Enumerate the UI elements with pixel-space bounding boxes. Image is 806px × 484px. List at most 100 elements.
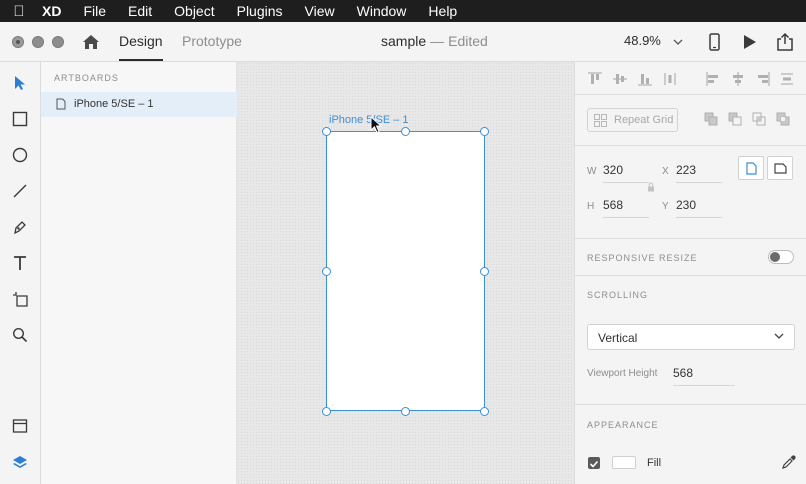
distribute-horizontal-icon[interactable]	[779, 71, 795, 87]
width-label: W	[587, 166, 597, 177]
tab-prototype[interactable]: Prototype	[182, 33, 242, 49]
align-center-icon[interactable]	[730, 71, 746, 87]
scrolling-select[interactable]: Vertical	[587, 324, 795, 350]
fill-checkbox[interactable]	[588, 457, 600, 469]
align-bottom-icon[interactable]	[637, 71, 653, 87]
zoom-tool-icon[interactable]	[9, 324, 31, 346]
tab-design[interactable]: Design	[119, 33, 163, 61]
viewport-height-field[interactable]: 568	[673, 366, 735, 386]
divider	[575, 238, 806, 239]
share-icon[interactable]	[774, 31, 796, 53]
document-title: sample — Edited	[381, 33, 488, 49]
eyedropper-icon[interactable]	[781, 455, 796, 470]
height-field[interactable]: 568	[603, 198, 649, 218]
resize-handle-top-right[interactable]	[480, 127, 489, 136]
divider	[575, 404, 806, 405]
appearance-label: APPEARANCE	[587, 420, 659, 430]
ellipse-tool-icon[interactable]	[9, 144, 31, 166]
distribute-vertical-icon[interactable]	[662, 71, 678, 87]
repeat-grid-label: Repeat Grid	[614, 114, 674, 126]
repeat-grid-icon	[594, 114, 607, 127]
width-field[interactable]: 320	[603, 163, 649, 183]
resize-handle-left[interactable]	[322, 267, 331, 276]
portrait-icon	[745, 161, 757, 175]
chevron-down-icon	[774, 333, 784, 339]
align-middle-icon[interactable]	[612, 71, 628, 87]
menu-app-xd[interactable]: XD	[38, 3, 72, 19]
artboard-icon	[56, 98, 66, 110]
boolean-exclude-icon[interactable]	[776, 112, 791, 127]
zoom-level[interactable]: 48.9%	[624, 33, 661, 48]
device-preview-icon[interactable]	[703, 31, 725, 53]
align-left-icon[interactable]	[705, 71, 721, 87]
divider	[575, 145, 806, 146]
resize-handle-right[interactable]	[480, 267, 489, 276]
minimize-window-button[interactable]	[32, 36, 44, 48]
portrait-orientation-button[interactable]	[738, 156, 764, 180]
artboard-tool-icon[interactable]	[9, 288, 31, 310]
artboard[interactable]	[326, 131, 485, 411]
layer-item-artboard[interactable]: iPhone 5/SE – 1	[41, 92, 237, 117]
checkmark-icon	[589, 460, 599, 468]
viewport-height-label: Viewport Height	[587, 368, 658, 379]
repeat-grid-button[interactable]: Repeat Grid	[587, 108, 678, 132]
select-tool-icon[interactable]	[9, 72, 31, 94]
title-separator: —	[430, 33, 445, 49]
artboards-header: ARTBOARDS	[54, 73, 119, 83]
menu-help[interactable]: Help	[417, 3, 468, 19]
line-tool-icon[interactable]	[9, 180, 31, 202]
rectangle-tool-icon[interactable]	[9, 108, 31, 130]
play-icon[interactable]	[738, 31, 760, 53]
layer-item-label: iPhone 5/SE – 1	[74, 98, 154, 110]
align-right-icon[interactable]	[755, 71, 771, 87]
text-tool-icon[interactable]	[9, 252, 31, 274]
apple-icon[interactable]: 	[0, 3, 38, 20]
boolean-intersect-icon[interactable]	[752, 112, 767, 127]
layers-panel: ARTBOARDS iPhone 5/SE – 1	[41, 62, 237, 484]
resize-handle-bottom-left[interactable]	[322, 407, 331, 416]
close-window-button[interactable]	[12, 36, 24, 48]
divider	[575, 94, 806, 95]
pen-tool-icon[interactable]	[9, 216, 31, 238]
menu-view[interactable]: View	[294, 3, 346, 19]
fill-color-swatch[interactable]	[612, 456, 636, 469]
menu-file[interactable]: File	[72, 3, 117, 19]
divider	[575, 275, 806, 276]
boolean-add-icon[interactable]	[704, 112, 719, 127]
lock-aspect-icon[interactable]	[647, 182, 655, 192]
menu-window[interactable]: Window	[346, 3, 418, 19]
home-icon[interactable]	[80, 31, 102, 53]
responsive-resize-label: RESPONSIVE RESIZE	[587, 253, 698, 263]
tool-bar	[0, 62, 41, 484]
artboard-title[interactable]: iPhone 5/SE – 1	[329, 114, 409, 126]
chevron-down-icon[interactable]	[673, 37, 683, 47]
y-label: Y	[662, 201, 669, 212]
resize-handle-top-left[interactable]	[322, 127, 331, 136]
assets-panel-icon[interactable]	[9, 415, 31, 437]
height-label: H	[587, 201, 595, 212]
landscape-orientation-button[interactable]	[767, 156, 793, 180]
zoom-window-button[interactable]	[52, 36, 64, 48]
x-label: X	[662, 166, 669, 177]
document-name: sample	[381, 33, 427, 49]
boolean-subtract-icon[interactable]	[728, 112, 743, 127]
resize-handle-bottom[interactable]	[401, 407, 410, 416]
menu-edit[interactable]: Edit	[117, 3, 163, 19]
mouse-cursor-icon	[370, 116, 383, 134]
resize-handle-top[interactable]	[401, 127, 410, 136]
fill-label: Fill	[647, 457, 662, 469]
x-field[interactable]: 223	[676, 163, 722, 183]
landscape-icon	[773, 162, 787, 174]
responsive-resize-toggle[interactable]	[768, 250, 794, 264]
scrolling-selected-value: Vertical	[598, 331, 638, 345]
mac-menubar:  XD File Edit Object Plugins View Windo…	[0, 0, 806, 22]
resize-handle-bottom-right[interactable]	[480, 407, 489, 416]
layers-panel-icon[interactable]	[9, 451, 31, 473]
align-top-icon[interactable]	[587, 71, 603, 87]
menu-plugins[interactable]: Plugins	[226, 3, 294, 19]
property-inspector: Repeat Grid W 320 H 568 X 223 Y 230 RESP…	[574, 62, 806, 484]
menu-object[interactable]: Object	[163, 3, 225, 19]
window-titlebar: Design Prototype sample — Edited 48.9%	[0, 22, 806, 62]
scrolling-label: SCROLLING	[587, 290, 649, 300]
y-field[interactable]: 230	[676, 198, 722, 218]
